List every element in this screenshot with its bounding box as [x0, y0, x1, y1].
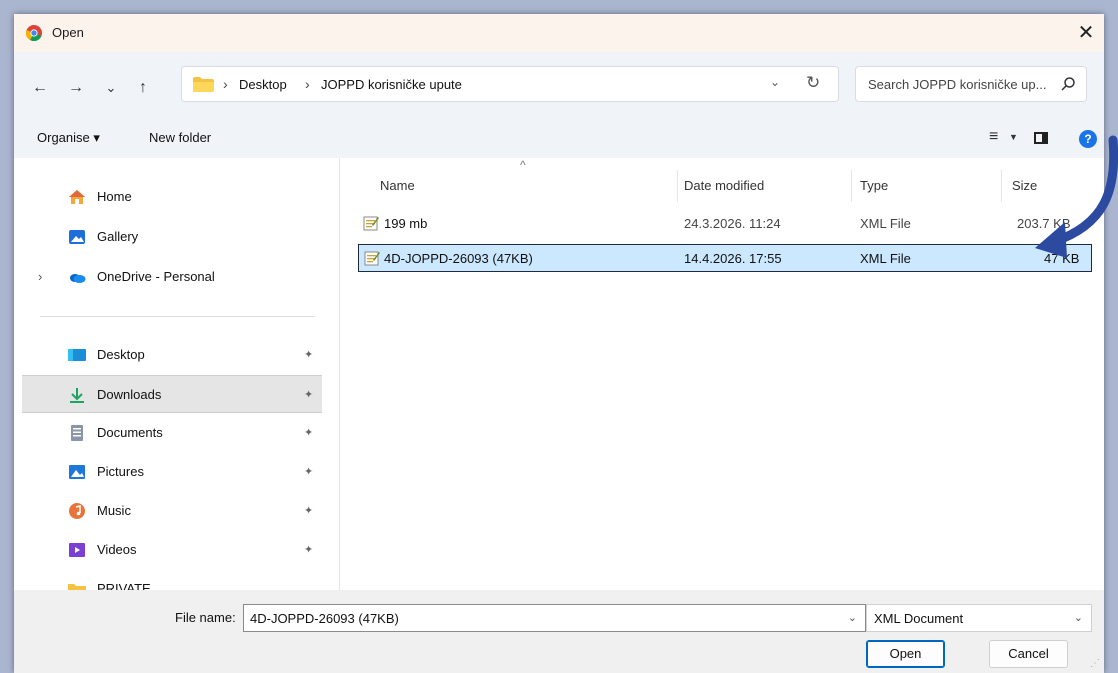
pin-icon: ✦ [304, 427, 314, 439]
column-divider[interactable] [1001, 170, 1002, 202]
file-name-input[interactable]: 4D-JOPPD-26093 (47KB) ⌄ [243, 604, 866, 632]
sidebar-item-onedrive[interactable]: › OneDrive - Personal [22, 258, 322, 296]
new-folder-button[interactable]: New folder [149, 130, 211, 145]
refresh-icon[interactable]: ↻ [806, 73, 820, 93]
folder-icon [193, 77, 214, 92]
cancel-button[interactable]: Cancel [989, 640, 1068, 668]
file-name: 4D-JOPPD-26093 (47KB) [384, 251, 533, 266]
column-divider[interactable] [851, 170, 852, 202]
home-icon [69, 190, 85, 204]
breadcrumb-separator: › [223, 76, 228, 92]
file-name-label: File name: [175, 610, 236, 625]
file-date: 24.3.2026. 11:24 [684, 216, 781, 231]
sidebar-item-label: Pictures [97, 464, 144, 479]
organise-button[interactable]: Organise ▾ [37, 130, 100, 146]
sidebar-item-label: Home [97, 189, 132, 204]
file-type: XML File [860, 216, 911, 231]
annotation-arrow-icon [1035, 135, 1118, 258]
sidebar-item-documents[interactable]: Documents ✦ [22, 414, 322, 452]
sidebar-item-label: Desktop [97, 347, 145, 362]
chrome-logo-icon [26, 25, 42, 41]
folder-icon [68, 584, 86, 590]
column-header-date[interactable]: Date modified [684, 178, 764, 193]
up-button[interactable]: ↑ [131, 76, 155, 100]
sidebar-item-label: Documents [97, 425, 163, 440]
open-button[interactable]: Open [866, 640, 945, 668]
file-type: XML File [860, 251, 911, 266]
file-name: 199 mb [384, 216, 428, 231]
sidebar-item-downloads[interactable]: Downloads ✦ [22, 375, 322, 413]
window-title: Open [52, 25, 84, 40]
expand-chevron-icon[interactable]: › [38, 269, 42, 284]
breadcrumb-current-folder[interactable]: JOPPD korisničke upute [321, 77, 462, 92]
file-list: Name ^ Date modified Type Size 199 mb 24… [340, 158, 1104, 590]
sidebar-item-label: Gallery [97, 229, 139, 244]
sidebar-item-label: Videos [97, 542, 137, 557]
sidebar-item-desktop[interactable]: Desktop ✦ [22, 336, 322, 374]
pin-icon: ✦ [304, 466, 314, 478]
column-divider[interactable] [677, 170, 678, 202]
file-name-value: 4D-JOPPD-26093 (47KB) [250, 611, 399, 626]
xml-file-icon [363, 216, 379, 231]
breadcrumb-desktop[interactable]: Desktop [239, 77, 287, 92]
search-icon [1061, 77, 1075, 91]
title-bar: Open ✕ [14, 14, 1104, 52]
sort-ascending-icon: ^ [520, 158, 526, 172]
close-button[interactable]: ✕ [1070, 18, 1102, 48]
search-placeholder: Search JOPPD korisničke up... [868, 77, 1047, 92]
sidebar-item-home[interactable]: Home [22, 178, 322, 216]
pin-icon: ✦ [304, 349, 314, 361]
breadcrumb-separator: › [305, 76, 310, 92]
pictures-icon [69, 465, 85, 479]
documents-icon [71, 425, 83, 441]
sidebar-item-label: Downloads [97, 387, 162, 402]
navigation-bar: ← → ⌄ ↑ › Desktop › JOPPD korisničke upu… [14, 52, 1104, 120]
file-date: 14.4.2026. 17:55 [684, 251, 782, 266]
column-header-name[interactable]: Name [380, 178, 415, 193]
view-dropdown-icon[interactable]: ▼ [1009, 132, 1018, 142]
search-box[interactable]: Search JOPPD korisničke up... [855, 66, 1087, 102]
downloads-icon [70, 388, 84, 403]
resize-grip-icon[interactable]: ⋰ [1090, 658, 1100, 669]
navigation-pane: Home Gallery › OneDrive - Personal Deskt… [22, 158, 330, 590]
sidebar-item-pictures[interactable]: Pictures ✦ [22, 453, 322, 491]
address-dropdown-icon[interactable]: ⌄ [770, 75, 780, 89]
sidebar-item-label: PRIVATE [97, 581, 151, 590]
view-options-icon[interactable]: ≡ [989, 128, 998, 146]
pin-icon: ✦ [304, 505, 314, 517]
pin-icon: ✦ [304, 544, 314, 556]
file-type-value: XML Document [874, 611, 964, 626]
sidebar-item-private[interactable]: PRIVATE [22, 570, 322, 590]
file-type-dropdown-icon[interactable]: ⌄ [1074, 611, 1083, 624]
sidebar-item-label: Music [97, 503, 131, 518]
file-name-dropdown-icon[interactable]: ⌄ [848, 611, 857, 624]
pin-icon: ✦ [304, 389, 314, 401]
recent-locations-button[interactable]: ⌄ [99, 76, 123, 100]
sidebar-divider [40, 316, 315, 317]
music-icon [69, 503, 85, 519]
file-row-selected[interactable]: 4D-JOPPD-26093 (47KB) 14.4.2026. 17:55 X… [358, 244, 1092, 272]
column-header-type[interactable]: Type [860, 178, 888, 193]
videos-icon [69, 543, 85, 557]
sidebar-item-music[interactable]: Music ✦ [22, 492, 322, 530]
open-file-dialog: Open ✕ ← → ⌄ ↑ › Desktop › JOPPD korisni… [14, 14, 1104, 673]
sidebar-item-videos[interactable]: Videos ✦ [22, 531, 322, 569]
file-type-select[interactable]: XML Document ⌄ [866, 604, 1092, 632]
gallery-icon [69, 230, 85, 244]
onedrive-icon [70, 274, 86, 283]
file-name-bar: File name: 4D-JOPPD-26093 (47KB) ⌄ XML D… [14, 590, 1104, 673]
back-button[interactable]: ← [28, 76, 52, 100]
sidebar-item-label: OneDrive - Personal [97, 269, 215, 284]
sidebar-item-gallery[interactable]: Gallery [22, 218, 322, 256]
forward-button[interactable]: → [64, 76, 88, 100]
desktop-icon [68, 349, 86, 361]
command-toolbar: Organise ▾ New folder ≡ ▼ ? [14, 120, 1104, 158]
file-row[interactable]: 199 mb 24.3.2026. 11:24 XML File 203.7 K… [358, 210, 1092, 238]
xml-file-icon [364, 251, 380, 266]
address-bar[interactable]: › Desktop › JOPPD korisničke upute ⌄ ↻ [181, 66, 839, 102]
